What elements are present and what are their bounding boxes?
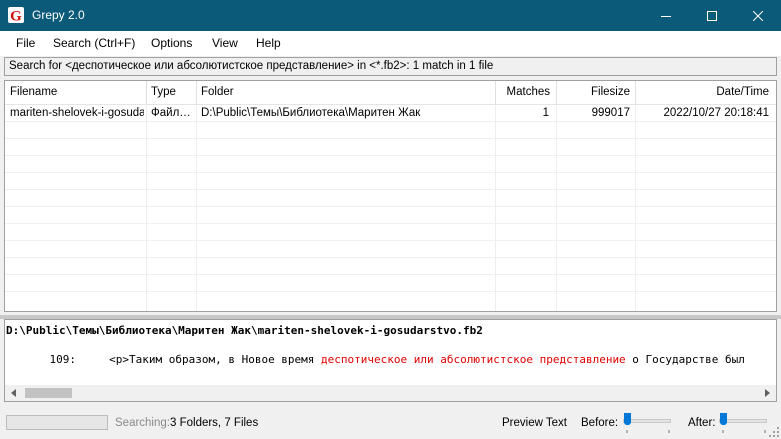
column-header-matches[interactable]: Matches [497,86,550,98]
window-title: Grepy 2.0 [32,8,85,22]
column-header-filename[interactable]: Filename [10,86,140,98]
maximize-icon [707,10,717,21]
grid-line [5,257,776,258]
searching-counts: 3 Folders, 7 Files [170,417,259,429]
column-divider[interactable] [196,81,197,104]
minimize-button[interactable] [643,0,689,31]
title-bar: G Grepy 2.0 [0,0,781,31]
minimize-icon [661,15,671,17]
cell-filename: mariten-shelovek-i-gosuda… [10,107,144,119]
svg-text:G: G [10,9,22,24]
grid-line [5,155,776,156]
grid-line [5,189,776,190]
preview-match-highlight: деспотическое или абсолютистское предста… [321,353,626,366]
column-divider[interactable] [556,81,557,104]
preview-text-label: Preview Text [502,417,567,429]
grid-line [5,274,776,275]
search-summary: Search for <деспотическое или абсолютист… [4,57,777,76]
results-table[interactable]: Filename Type Folder Matches Filesize Da… [4,80,777,312]
menu-bar: File Search (Ctrl+F) Options View Help [0,31,781,56]
grid-line [5,206,776,207]
grid-line [5,240,776,241]
search-progress-bar [6,415,108,430]
grid-line [495,105,496,311]
preview-text-after: о Государстве был [625,353,745,366]
cell-matches: 1 [542,107,549,119]
grid-line [5,121,776,122]
preview-pane[interactable]: D:\Public\Темы\Библиотека\Маритен Жак\ma… [4,319,777,402]
column-header-datetime[interactable]: Date/Time [637,86,769,98]
grid-line [556,105,557,311]
after-slider-thumb[interactable] [720,413,727,425]
searching-label: Searching: [115,417,170,429]
menu-help[interactable]: Help [256,36,281,50]
status-bar: Searching: 3 Folders, 7 Files Preview Te… [0,405,781,439]
preview-match-line: 109: <p>Таким образом, в Новое время дес… [6,353,745,366]
menu-view[interactable]: View [212,36,238,50]
menu-options[interactable]: Options [151,36,192,50]
before-label: Before: [581,417,619,429]
cell-datetime: 2022/10/27 20:18:41 [663,107,769,119]
grid-line [5,172,776,173]
cell-type: Файл… [151,107,191,119]
column-divider[interactable] [495,81,496,104]
column-header-filesize[interactable]: Filesize [558,86,630,98]
menu-file[interactable]: File [16,36,35,50]
grid-line [5,223,776,224]
column-divider[interactable] [635,81,636,104]
maximize-button[interactable] [689,0,735,31]
grid-line [196,105,197,311]
scroll-right-button[interactable] [760,385,776,401]
before-slider-ticks [626,430,670,433]
preview-text-before: <p>Таким образом, в Новое время [109,353,322,366]
grid-line [146,105,147,311]
chevron-left-icon [11,389,16,397]
close-button[interactable] [735,0,781,31]
after-label: After: [688,417,716,429]
column-header-type[interactable]: Type [151,86,193,98]
scrollbar-thumb[interactable] [25,388,72,398]
cell-folder: D:\Public\Темы\Библиотека\Маритен Жак [201,107,421,119]
preview-file-path: D:\Public\Темы\Библиотека\Маритен Жак\ma… [6,324,483,337]
resize-grip-icon[interactable] [769,427,779,437]
column-header-folder[interactable]: Folder [201,86,491,98]
grid-line [5,291,776,292]
menu-search[interactable]: Search (Ctrl+F) [53,36,135,50]
grid-line [5,138,776,139]
grepy-g-icon: G [8,7,24,23]
column-divider[interactable] [146,81,147,104]
close-icon [753,10,763,21]
chevron-right-icon [765,389,770,397]
before-slider-thumb[interactable] [624,413,631,425]
after-slider-ticks [722,430,766,433]
cell-filesize: 999017 [591,107,630,119]
preview-line-number: 109: [49,353,77,366]
scroll-left-button[interactable] [5,385,21,401]
header-divider [5,104,776,105]
grid-line [635,105,636,311]
horizontal-scrollbar[interactable] [5,385,776,401]
